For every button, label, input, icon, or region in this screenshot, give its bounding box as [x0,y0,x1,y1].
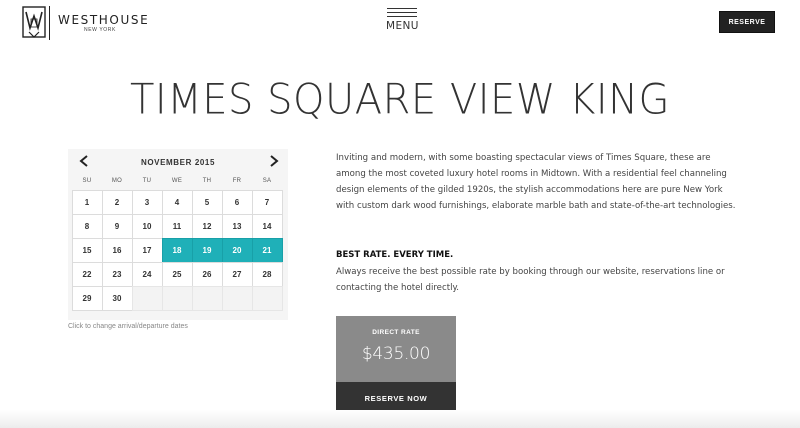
calendar-weekdays: SU MO TU WE TH FR SA [72,178,282,184]
chevron-right-icon[interactable] [269,155,279,167]
calendar-day[interactable]: 26 [191,261,223,287]
calendar-day[interactable]: 23 [101,261,133,287]
westhouse-logo-icon [22,6,46,38]
calendar-header: NOVEMBER 2015 [68,149,288,177]
calendar-month: NOVEMBER 2015 [140,158,216,167]
hamburger-icon [387,8,417,17]
rate-heading: BEST RATE. EVERY TIME. [336,250,454,260]
brand-location: NEW YORK [84,26,116,33]
calendar-day-selected[interactable]: 20 [221,237,253,263]
calendar-empty-cell [131,285,163,311]
calendar-day[interactable]: 3 [131,189,163,215]
logo-divider [49,6,50,40]
availability-calendar: NOVEMBER 2015 SU MO TU WE TH FR SA 1 2 3 4 5 6 7 8 9 10… [68,149,288,320]
calendar-day[interactable]: 11 [161,213,193,239]
calendar-day[interactable]: 28 [251,261,283,287]
rate-label: DIRECT RATE [372,329,420,336]
weekday-label: FR [232,178,242,184]
calendar-empty-cell [251,285,283,311]
calendar-day[interactable]: 16 [101,237,133,263]
calendar-day-selected[interactable]: 18 [161,237,193,263]
room-description: Inviting and modern, with some boasting … [336,153,736,211]
page-bottom-fade [0,410,800,428]
rate-price: $435.00 [361,344,431,364]
calendar-day[interactable]: 17 [131,237,163,263]
calendar-day[interactable]: 4 [161,189,193,215]
page-title: TIMES SQUARE VIEW KING [129,75,671,125]
calendar-day[interactable]: 2 [101,189,133,215]
calendar-day[interactable]: 27 [221,261,253,287]
calendar-day[interactable]: 24 [131,261,163,287]
brand-logo[interactable]: WESTHOUSE NEW YORK [22,6,149,40]
weekday-label: MO [111,178,123,184]
weekday-label: TH [202,178,212,184]
calendar-grid: 1 2 3 4 5 6 7 8 9 10 11 12 13 14 15 16 17 18 19 20 21 22 23 24 2… [71,189,283,311]
calendar-day[interactable]: 1 [71,189,103,215]
weekday-label: WE [171,178,183,184]
logo-text: WESTHOUSE NEW YORK [58,13,149,34]
calendar-day-selected[interactable]: 19 [191,237,223,263]
calendar-day[interactable]: 22 [71,261,103,287]
calendar-day[interactable]: 13 [221,213,253,239]
calendar-empty-cell [221,285,253,311]
calendar-day[interactable]: 5 [191,189,223,215]
calendar-note: Click to change arrival/departure dates [68,323,188,330]
calendar-day[interactable]: 10 [131,213,163,239]
calendar-day[interactable]: 12 [191,213,223,239]
calendar-empty-cell [161,285,193,311]
calendar-day[interactable]: 7 [251,189,283,215]
calendar-day[interactable]: 8 [71,213,103,239]
reserve-button[interactable]: RESERVE [719,11,775,33]
weekday-label: SA [262,178,272,184]
calendar-day[interactable]: 9 [101,213,133,239]
weekday-label: TU [142,178,152,184]
calendar-day[interactable]: 30 [101,285,133,311]
calendar-day[interactable]: 6 [221,189,253,215]
calendar-day[interactable]: 14 [251,213,283,239]
rate-box: DIRECT RATE $435.00 [336,316,456,382]
menu-label: MENU [386,20,419,32]
calendar-day[interactable]: 25 [161,261,193,287]
calendar-day-selected[interactable]: 21 [251,237,283,263]
rate-text: Always receive the best possible rate by… [336,267,725,293]
calendar-day[interactable]: 15 [71,237,103,263]
calendar-empty-cell [191,285,223,311]
weekday-label: SU [82,178,92,184]
brand-name: WESTHOUSE [58,12,150,27]
calendar-day[interactable]: 29 [71,285,103,311]
menu-button[interactable]: MENU [386,8,418,32]
